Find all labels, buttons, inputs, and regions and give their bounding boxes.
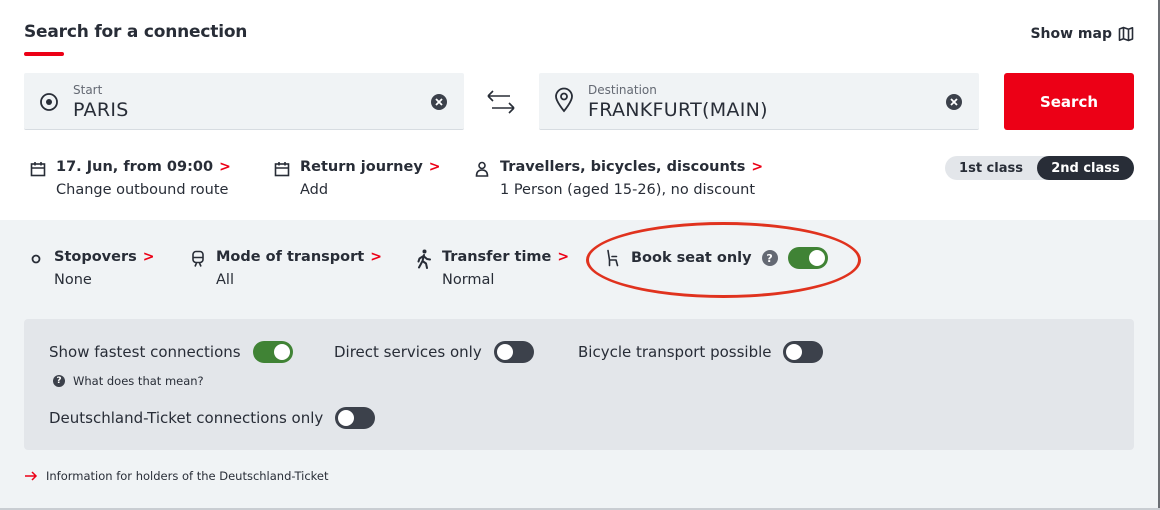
deutschland-ticket-filter: Deutschland-Ticket connections only bbox=[49, 407, 376, 429]
chevron-right-icon: > bbox=[751, 159, 764, 175]
chevron-right-icon: > bbox=[557, 249, 570, 265]
start-value[interactable]: PARIS bbox=[73, 99, 129, 121]
return-journey-option[interactable]: Return journey > Add bbox=[274, 159, 441, 198]
outbound-date-option[interactable]: 17. Jun, from 09:00 > Change outbound rou… bbox=[30, 159, 231, 198]
transfer-time-label: Transfer time bbox=[442, 249, 552, 265]
calendar-icon bbox=[30, 162, 46, 177]
bicycle-transport-toggle[interactable] bbox=[783, 341, 824, 363]
return-journey-label: Return journey bbox=[300, 159, 423, 175]
chevron-right-icon: > bbox=[428, 159, 441, 175]
fastest-connections-filter: Show fastest connections bbox=[49, 341, 293, 363]
target-circle-icon bbox=[40, 93, 58, 111]
direct-services-toggle[interactable] bbox=[493, 341, 534, 363]
stopover-circle-icon bbox=[31, 254, 41, 264]
chevron-right-icon: > bbox=[370, 249, 382, 265]
direct-services-filter: Direct services only bbox=[334, 341, 534, 363]
deutschland-ticket-label: Deutschland-Ticket connections only bbox=[49, 409, 324, 427]
travellers-label: Travellers, bicycles, discounts bbox=[500, 159, 746, 175]
first-class-option[interactable]: 1st class bbox=[945, 156, 1037, 180]
bicycle-transport-label: Bicycle transport possible bbox=[578, 343, 772, 361]
destination-field[interactable]: Destination FRANKFURT(MAIN) bbox=[539, 73, 979, 130]
travellers-option[interactable]: Travellers, bicycles, discounts > 1 Perso… bbox=[474, 159, 763, 198]
return-journey-add[interactable]: Add bbox=[300, 182, 441, 198]
deutschland-ticket-toggle[interactable] bbox=[335, 407, 376, 429]
show-map-button[interactable]: Show map bbox=[1030, 26, 1134, 42]
clear-start-button[interactable] bbox=[431, 94, 447, 110]
train-icon bbox=[192, 250, 204, 267]
bicycle-transport-filter: Bicycle transport possible bbox=[578, 341, 824, 363]
chevron-right-icon: > bbox=[219, 159, 231, 175]
person-icon bbox=[475, 161, 489, 177]
what-does-that-mean-link[interactable]: ? What does that mean? bbox=[53, 374, 204, 388]
mode-of-transport-label: Mode of transport bbox=[216, 249, 365, 265]
title-underline bbox=[24, 52, 64, 56]
help-icon[interactable]: ? bbox=[761, 250, 778, 266]
mode-of-transport-option[interactable]: Mode of transport > All bbox=[190, 249, 382, 288]
map-icon bbox=[1118, 26, 1134, 42]
arrow-right-icon bbox=[25, 471, 38, 481]
destination-label: Destination bbox=[588, 83, 657, 97]
chevron-right-icon: > bbox=[142, 249, 155, 265]
book-seat-only-toggle[interactable] bbox=[787, 247, 828, 269]
help-icon: ? bbox=[53, 375, 65, 387]
transfer-time-value: Normal bbox=[442, 272, 495, 288]
stopovers-label: Stopovers bbox=[54, 249, 137, 265]
what-does-that-mean-label: What does that mean? bbox=[73, 374, 204, 388]
search-button[interactable]: Search bbox=[1004, 73, 1134, 130]
deutschland-ticket-info-link[interactable]: Information for holders of the Deutschla… bbox=[24, 469, 329, 483]
outbound-route-link[interactable]: Change outbound route bbox=[56, 182, 231, 198]
start-label: Start bbox=[73, 83, 103, 97]
start-field[interactable]: Start PARIS bbox=[24, 73, 464, 130]
destination-value[interactable]: FRANKFURT(MAIN) bbox=[588, 99, 768, 121]
stopovers-value: None bbox=[54, 272, 92, 288]
location-pin-icon bbox=[555, 87, 573, 113]
show-map-label: Show map bbox=[1030, 26, 1112, 42]
book-seat-only-option: Book seat only ? bbox=[605, 247, 828, 269]
book-seat-only-label: Book seat only bbox=[631, 250, 752, 266]
close-icon bbox=[950, 98, 958, 106]
direct-services-label: Direct services only bbox=[334, 343, 482, 361]
calendar-icon bbox=[274, 162, 290, 177]
mode-of-transport-value: All bbox=[216, 272, 234, 288]
walking-person-icon bbox=[417, 249, 431, 269]
clear-destination-button[interactable] bbox=[946, 94, 962, 110]
travel-class-toggle: 1st class 2nd class bbox=[945, 156, 1134, 180]
seat-icon bbox=[607, 249, 619, 267]
fastest-connections-toggle[interactable] bbox=[252, 341, 293, 363]
outbound-date-label: 17. Jun, from 09:00 bbox=[56, 159, 214, 175]
close-icon bbox=[435, 98, 443, 106]
stopovers-option[interactable]: Stopovers > None bbox=[30, 249, 154, 288]
deutschland-ticket-info-label: Information for holders of the Deutschla… bbox=[46, 469, 329, 483]
fastest-connections-label: Show fastest connections bbox=[49, 343, 241, 361]
travellers-summary: 1 Person (aged 15-26), no discount bbox=[500, 182, 756, 198]
page-title: Search for a connection bbox=[24, 22, 248, 42]
swap-arrows-icon[interactable] bbox=[484, 88, 518, 116]
transfer-time-option[interactable]: Transfer time > Normal bbox=[416, 249, 569, 288]
second-class-option[interactable]: 2nd class bbox=[1037, 156, 1134, 180]
